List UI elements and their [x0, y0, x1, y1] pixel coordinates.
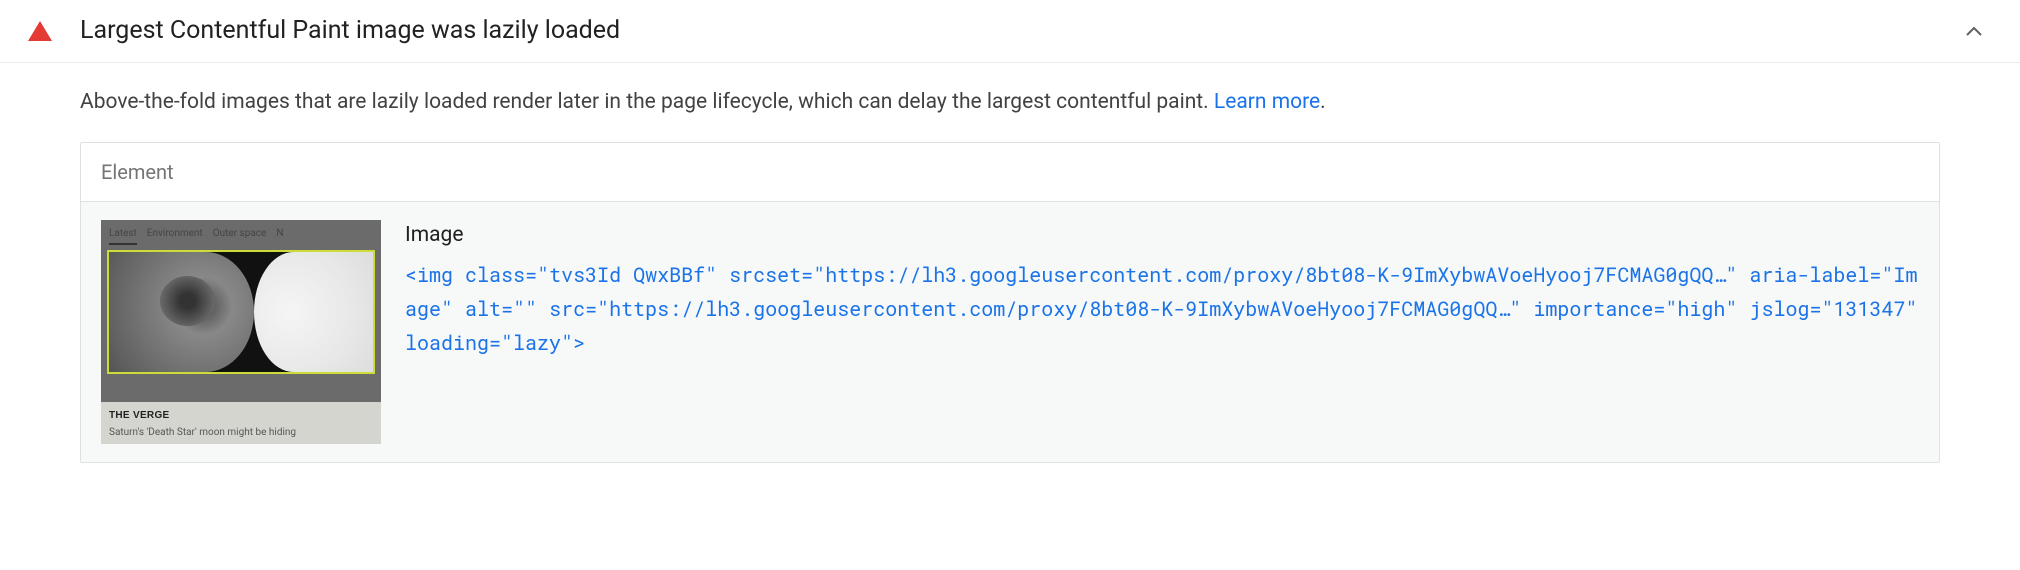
thumbnail-brand: THE VERGE — [109, 408, 373, 423]
audit-description-suffix: . — [1320, 90, 1326, 114]
thumbnail-highlight-box — [107, 250, 375, 374]
element-code-snippet: <img class="tvs3Id QwxBBf" srcset="https… — [405, 258, 1919, 360]
thumbnail-tab: Latest — [109, 226, 137, 245]
thumbnail-footer: THE VERGE Saturn's 'Death Star' moon mig… — [101, 402, 381, 444]
element-table: Element Latest Environment Outer space N — [80, 142, 1940, 463]
audit-description-text: Above-the-fold images that are lazily lo… — [80, 90, 1214, 114]
thumbnail-tab: N — [276, 226, 283, 245]
audit-title: Largest Contentful Paint image was lazil… — [80, 12, 1964, 50]
thumbnail-tab: Environment — [147, 226, 203, 245]
table-row: Latest Environment Outer space N THE VER… — [81, 202, 1939, 462]
audit-body: Above-the-fold images that are lazily lo… — [0, 63, 2020, 492]
thumbnail-image-right — [254, 252, 373, 372]
element-label: Image — [405, 220, 1919, 252]
table-header-element: Element — [81, 143, 1939, 202]
thumbnail-crater — [160, 276, 215, 326]
element-detail: Image <img class="tvs3Id QwxBBf" srcset=… — [405, 220, 1919, 360]
element-thumbnail: Latest Environment Outer space N THE VER… — [101, 220, 381, 444]
thumbnail-tab: Outer space — [213, 226, 267, 245]
thumbnail-tabs: Latest Environment Outer space N — [101, 220, 381, 249]
chevron-up-icon[interactable] — [1964, 21, 1984, 41]
thumbnail-caption: Saturn's 'Death Star' moon might be hidi… — [109, 425, 373, 440]
thumbnail-image-left — [109, 252, 254, 372]
fail-triangle-icon — [28, 21, 52, 41]
audit-item: Largest Contentful Paint image was lazil… — [0, 0, 2020, 491]
audit-header[interactable]: Largest Contentful Paint image was lazil… — [0, 0, 2020, 63]
audit-description: Above-the-fold images that are lazily lo… — [80, 87, 1940, 119]
learn-more-link[interactable]: Learn more — [1214, 90, 1320, 114]
